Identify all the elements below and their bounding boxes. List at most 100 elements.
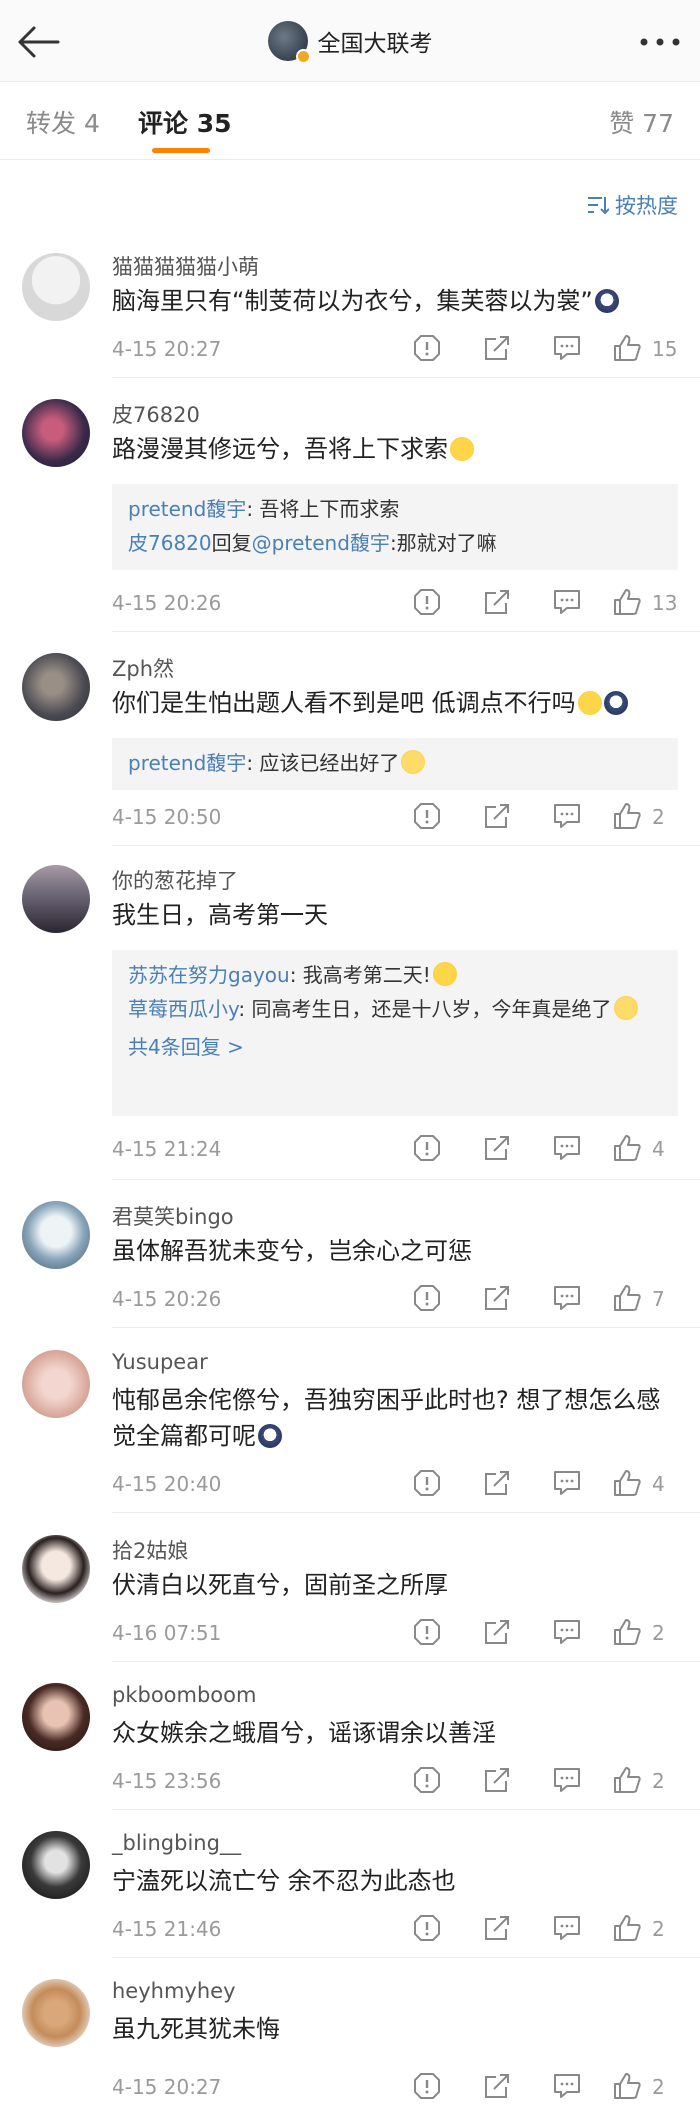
- more-icon[interactable]: [638, 30, 682, 54]
- reply-box[interactable]: pretend馥宇: 吾将上下而求索 皮76820回复@pretend馥宇:那就…: [112, 484, 678, 570]
- comment-username[interactable]: 你的葱花掉了: [112, 865, 238, 895]
- report-icon[interactable]: [412, 1617, 442, 1647]
- like-icon[interactable]: [612, 2071, 642, 2101]
- divider: [112, 1661, 700, 1662]
- reply-username[interactable]: 草莓西瓜小y: [128, 997, 238, 1021]
- comment-username[interactable]: 君莫笑bingo: [112, 1201, 234, 1231]
- like-icon[interactable]: [612, 587, 642, 617]
- share-icon[interactable]: [482, 333, 512, 363]
- comment-meta: 4-15 20:27 2: [112, 2071, 682, 2105]
- divider: [112, 1327, 700, 1328]
- like-count: 13: [652, 591, 678, 615]
- like-icon[interactable]: [612, 1133, 642, 1163]
- nav-account[interactable]: 全国大联考: [0, 18, 700, 64]
- share-icon[interactable]: [482, 2071, 512, 2101]
- avatar[interactable]: [22, 1979, 90, 2047]
- like-icon[interactable]: [612, 1913, 642, 1943]
- share-icon[interactable]: [482, 801, 512, 831]
- avatar[interactable]: [22, 399, 90, 467]
- share-icon[interactable]: [482, 1765, 512, 1795]
- comment-meta: 4-16 07:51 2: [112, 1617, 682, 1651]
- report-icon[interactable]: [412, 1765, 442, 1795]
- like-icon[interactable]: [612, 1765, 642, 1795]
- comment-icon[interactable]: [552, 1283, 582, 1313]
- comment-text: 众女嫉余之蛾眉兮，谣诼谓余以善淫: [112, 1719, 496, 1747]
- sort-button[interactable]: 按热度: [587, 190, 678, 220]
- comment-icon[interactable]: [552, 1913, 582, 1943]
- avatar[interactable]: [22, 1683, 90, 1751]
- reply-mention[interactable]: @pretend馥宇: [252, 531, 390, 555]
- comment-username[interactable]: Zph然: [112, 653, 174, 683]
- share-icon[interactable]: [482, 1913, 512, 1943]
- reply-username[interactable]: 苏苏在努力gayou: [128, 963, 290, 987]
- comment-username[interactable]: _blingbing__: [112, 1831, 241, 1855]
- like-icon[interactable]: [612, 1468, 642, 1498]
- reply-box[interactable]: 苏苏在努力gayou: 我高考第二天! 草莓西瓜小y: 同高考生日，还是十八岁，…: [112, 950, 678, 1116]
- report-icon[interactable]: [412, 801, 442, 831]
- avatar[interactable]: [22, 253, 90, 321]
- comment-icon[interactable]: [552, 1468, 582, 1498]
- comment-username[interactable]: 皮76820: [112, 399, 200, 429]
- share-icon[interactable]: [482, 1283, 512, 1313]
- navigation-bar: 全国大联考: [0, 0, 700, 82]
- avatar[interactable]: [22, 1831, 90, 1899]
- more-replies-link[interactable]: 共4条回复 >: [128, 1030, 662, 1064]
- comment-icon[interactable]: [552, 801, 582, 831]
- report-icon[interactable]: [412, 587, 442, 617]
- comment-icon[interactable]: [552, 1617, 582, 1647]
- avatar[interactable]: [22, 865, 90, 933]
- share-icon[interactable]: [482, 587, 512, 617]
- reply-text: : 应该已经出好了: [246, 751, 400, 775]
- report-icon[interactable]: [412, 2071, 442, 2101]
- comment-username[interactable]: heyhmyhey: [112, 1979, 236, 2003]
- comment-icon[interactable]: [552, 2071, 582, 2101]
- comment-icon[interactable]: [552, 587, 582, 617]
- reply-username[interactable]: pretend馥宇: [128, 497, 246, 521]
- tab-repost[interactable]: 转发 4: [26, 104, 100, 140]
- report-icon[interactable]: [412, 1913, 442, 1943]
- comment-icon[interactable]: [552, 1765, 582, 1795]
- report-icon[interactable]: [412, 1468, 442, 1498]
- like-count: 2: [652, 805, 665, 829]
- like-icon[interactable]: [612, 801, 642, 831]
- avatar[interactable]: [22, 1201, 90, 1269]
- divider: [112, 377, 700, 378]
- tab-like[interactable]: 赞 77: [609, 104, 674, 140]
- avatar[interactable]: [22, 1350, 90, 1418]
- comment-username[interactable]: pkboomboom: [112, 1683, 256, 1707]
- comment-icon[interactable]: [552, 1133, 582, 1163]
- like-count: 2: [652, 1769, 665, 1793]
- comment-time: 4-15 21:24: [112, 1137, 222, 1161]
- comment-time: 4-15 20:26: [112, 591, 222, 615]
- share-icon[interactable]: [482, 1133, 512, 1163]
- share-icon[interactable]: [482, 1617, 512, 1647]
- reply-username[interactable]: 皮76820: [128, 531, 212, 555]
- avatar[interactable]: [22, 1535, 90, 1603]
- emoji-icon: [258, 1424, 282, 1448]
- reply-box[interactable]: pretend馥宇: 应该已经出好了: [112, 738, 678, 790]
- reply-username[interactable]: pretend馥宇: [128, 751, 246, 775]
- report-icon[interactable]: [412, 1133, 442, 1163]
- like-icon[interactable]: [612, 1283, 642, 1313]
- comment-text: 路漫漫其修远兮，吾将上下求索: [112, 431, 682, 467]
- comment-username[interactable]: Yusupear: [112, 1350, 208, 1374]
- avatar[interactable]: [267, 21, 311, 64]
- emoji-icon: [450, 437, 474, 461]
- like-icon[interactable]: [612, 333, 642, 363]
- like-count: 2: [652, 2075, 665, 2099]
- report-icon[interactable]: [412, 1283, 442, 1313]
- comment-icon[interactable]: [552, 333, 582, 363]
- reply-item: pretend馥宇: 应该已经出好了: [128, 746, 662, 780]
- report-icon[interactable]: [412, 333, 442, 363]
- reply-item: 皮76820回复@pretend馥宇:那就对了嘛: [128, 526, 662, 560]
- emoji-icon: [613, 996, 638, 1020]
- comment-username[interactable]: 猫猫猫猫猫小萌: [112, 251, 259, 281]
- like-icon[interactable]: [612, 1617, 642, 1647]
- comment-username[interactable]: 拾2姑娘: [112, 1535, 188, 1565]
- verified-badge-icon: [295, 49, 311, 64]
- active-tab-indicator: [152, 148, 210, 153]
- avatar[interactable]: [22, 653, 90, 721]
- share-icon[interactable]: [482, 1468, 512, 1498]
- like-count: 15: [652, 337, 678, 361]
- comment-time: 4-15 20:27: [112, 2075, 222, 2099]
